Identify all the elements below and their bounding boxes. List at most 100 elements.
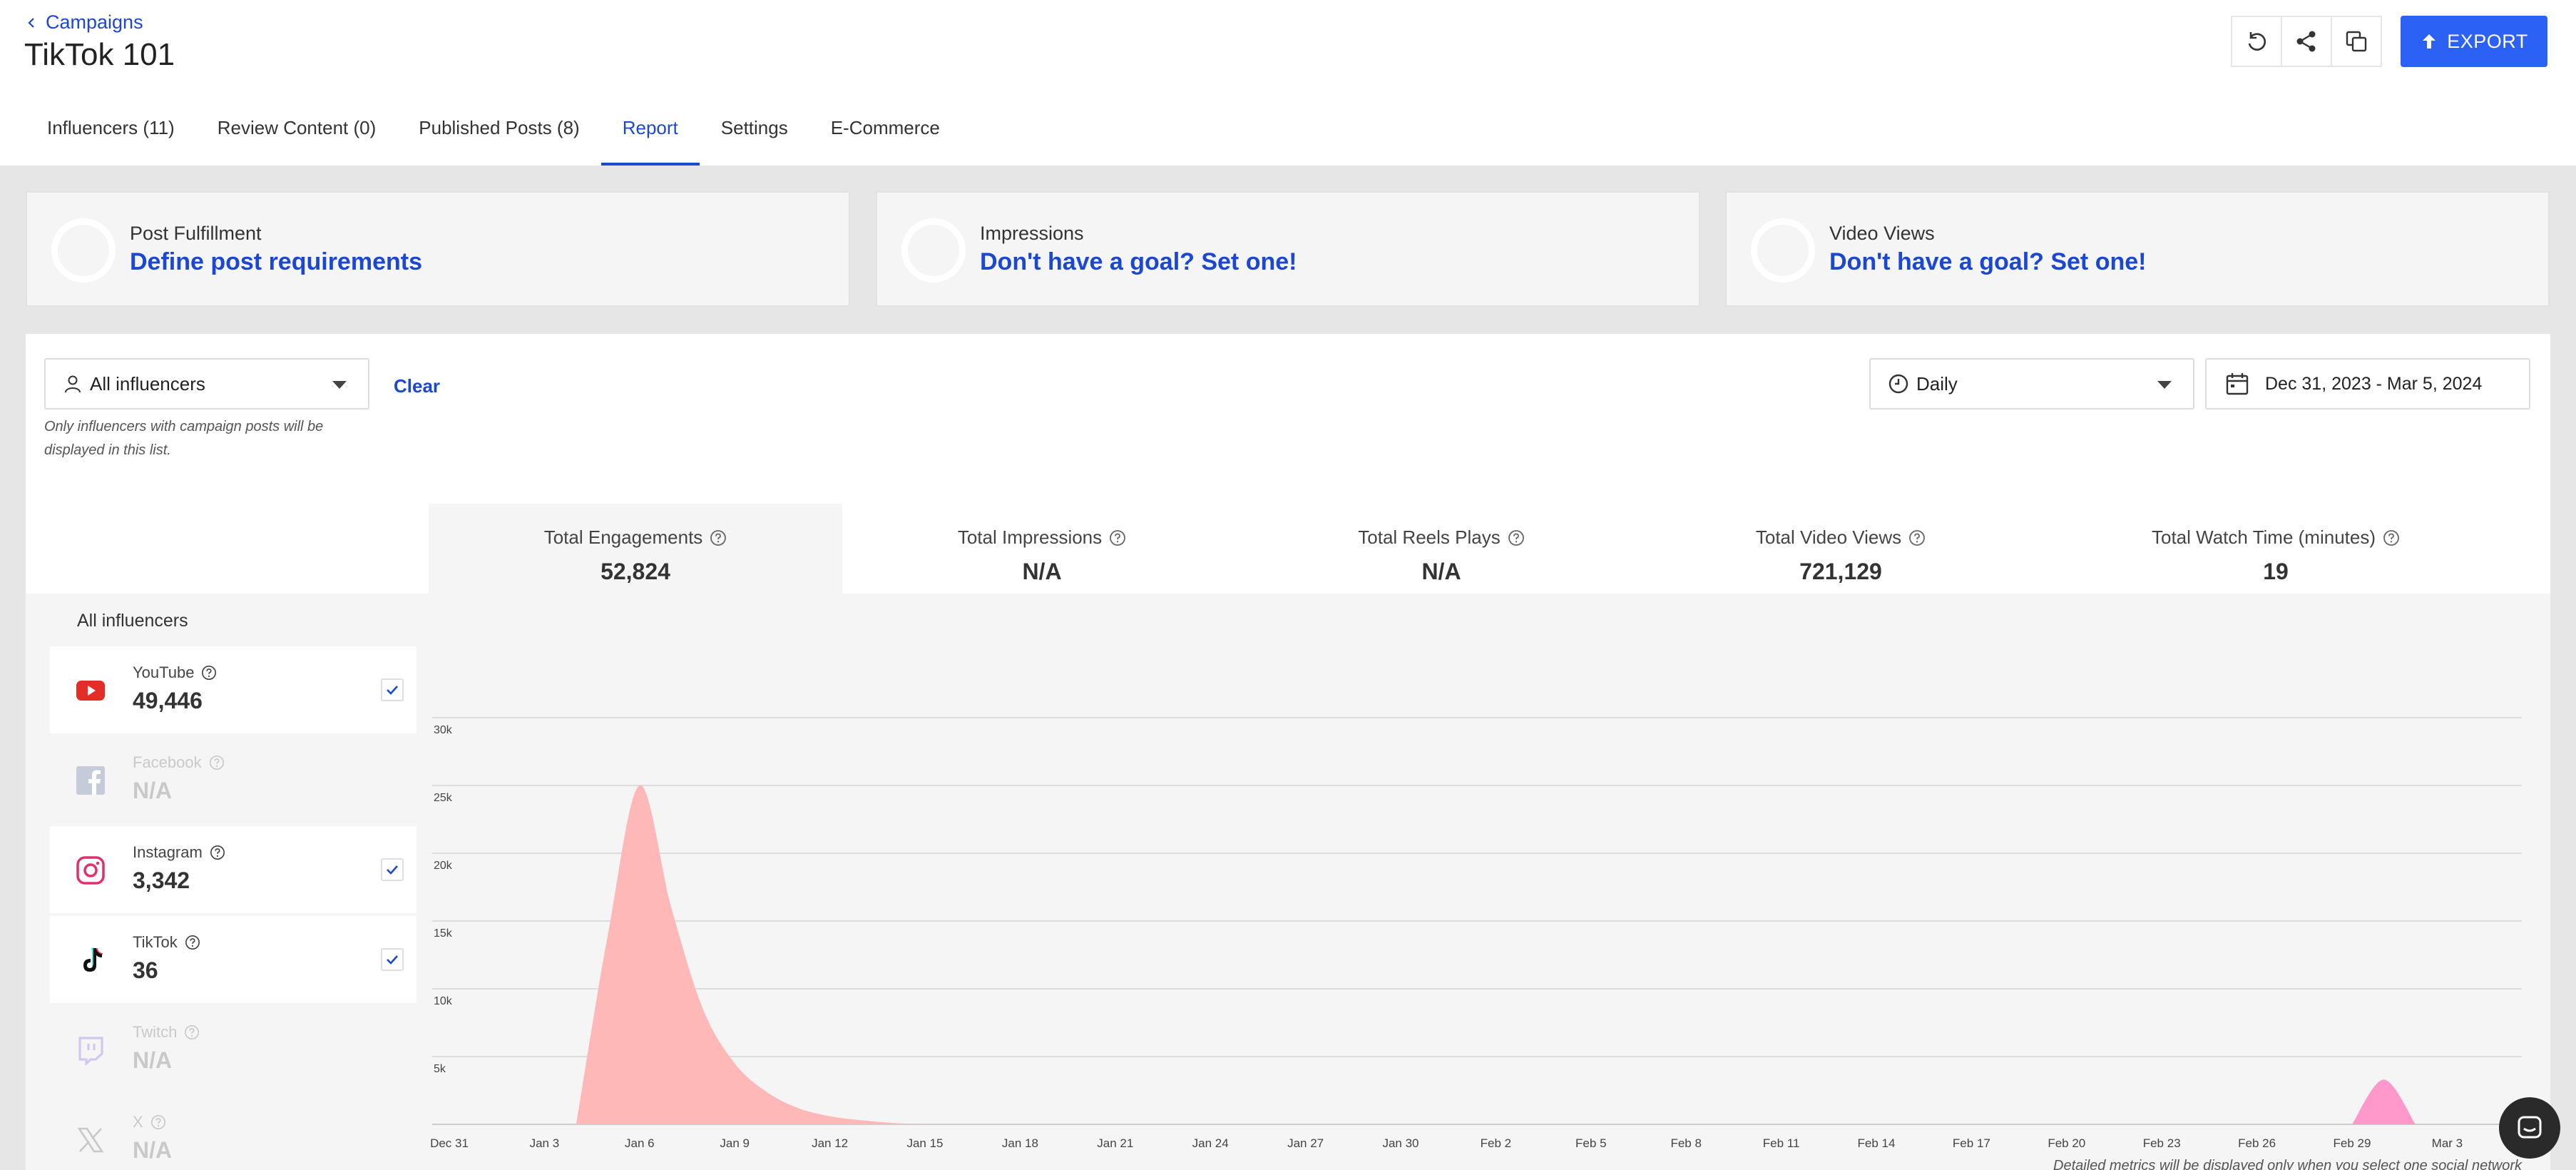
copy-button[interactable] [2331,16,2382,67]
x-tick-label: Feb 2 [1481,1136,1511,1150]
y-tick-label: 20k [434,860,453,872]
goal-progress-ring [1751,218,1815,283]
metric-label: Total Watch Time (minutes) [2152,526,2400,549]
metric-value: 52,824 [600,559,670,584]
x-tick-label: Feb 5 [1575,1136,1606,1150]
x-tick-label: Jan 27 [1287,1136,1324,1150]
x-tick-label: Dec 31 [430,1136,469,1150]
tab-published-posts-8[interactable]: Published Posts (8) [397,107,600,166]
metric-label-text: Total Engagements [543,526,703,548]
engagement-chart: 5k 10k 15k 20k 25k 30k Dec 31 Jan 3 Jan 6 Jan 9 Ja… [430,717,2522,1150]
y-tick-label: 15k [434,927,453,940]
influencer-select[interactable]: All influencers [44,358,369,410]
metric-value: 19 [2263,559,2289,584]
series-area-0 [576,785,925,1124]
x-tick-label: Feb 11 [1763,1136,1800,1150]
campaign-header: Campaigns TikTok 101 EXPORT Influencers … [0,0,2576,166]
x-tick-label: Feb 14 [1858,1136,1896,1150]
chart-note: Detailed metrics will be displayed only … [2053,1158,2522,1170]
export-button[interactable]: EXPORT [2401,16,2547,67]
y-tick-label: 30k [434,724,453,736]
x-tick-label: Feb 17 [1953,1136,1990,1150]
x-tick-label: Jan 3 [530,1136,560,1150]
goal-card-impressions: Impressions Don't have a goal? Set one! [876,191,1700,307]
x-tick-label: Jan 18 [1002,1136,1038,1150]
help-icon[interactable] [1109,529,1126,546]
metric-value: N/A [1421,559,1461,584]
x-tick-label: Feb 20 [2048,1136,2085,1150]
goal-card-post-fulfillment: Post Fulfillment Define post requirement… [26,191,850,307]
interval-select[interactable]: Daily [1869,358,2194,410]
help-icon[interactable] [2383,529,2400,546]
header-toolbar: EXPORT [2231,16,2547,67]
metric-label-text: Total Video Views [1755,526,1902,548]
series-area-1 [2352,1079,2416,1124]
define-post-requirements-link[interactable]: Define post requirements [130,248,422,276]
chart-area: All influencers YouTube 49,446 Facebook N/A… [26,594,2550,1170]
x-tick-label: Feb 26 [2238,1136,2276,1150]
goal-label: Impressions [980,223,1084,244]
x-tick-label: Jan 21 [1097,1136,1133,1150]
clear-filter-link[interactable]: Clear [394,375,440,397]
chevron-left-icon [28,17,34,28]
interval-select-value: Daily [1916,372,1958,395]
export-label: EXPORT [2447,30,2528,52]
x-tick-label: Feb 29 [2334,1136,2371,1150]
report-page: Campaigns TikTok 101 EXPORT Influencers … [0,0,2576,1170]
refresh-button[interactable] [2231,16,2282,67]
chevron-down-icon [332,381,347,389]
user-icon [65,375,81,393]
chat-support-button[interactable] [2499,1097,2560,1159]
metric-total-watch-time-minutes[interactable]: Total Watch Time (minutes) 19 [2062,504,2490,594]
influencer-hint: Only influencers with campaign posts wil… [44,419,324,458]
set-video-views-goal-link[interactable]: Don't have a goal? Set one! [1829,248,2146,276]
y-tick-label: 10k [434,995,453,1007]
chat-icon [2518,1116,2542,1139]
goal-label: Post Fulfillment [130,223,262,244]
report-panel: All influencers Clear Only influencers w… [26,334,2550,1170]
share-button[interactable] [2281,16,2332,67]
tab-influencers-11[interactable]: Influencers (11) [26,107,196,166]
x-tick-label: Feb 23 [2143,1136,2181,1150]
goal-label: Video Views [1829,223,1935,244]
metric-label-text: Total Reels Plays [1358,526,1501,548]
metric-label-text: Total Impressions [957,526,1103,548]
back-link-label: Campaigns [46,11,143,33]
metric-value: 721,129 [1799,559,1882,584]
metric-total-engagements[interactable]: Total Engagements 52,824 [429,504,842,594]
x-tick-label: Mar 3 [2432,1136,2463,1150]
tab-review-content-0[interactable]: Review Content (0) [196,107,398,166]
y-tick-label: 5k [434,1063,446,1075]
x-tick-label: Jan 9 [720,1136,750,1150]
metric-label-text: Total Watch Time (minutes) [2151,526,2376,548]
back-to-campaigns-link[interactable]: Campaigns [26,11,143,34]
y-tick-label: 25k [434,792,453,804]
metric-label: Total Video Views [1756,526,1926,549]
tab-report[interactable]: Report [600,107,700,166]
metric-total-impressions[interactable]: Total Impressions N/A [842,504,1242,594]
x-tick-label: Jan 30 [1382,1136,1419,1150]
tab-settings[interactable]: Settings [700,107,809,166]
clock-icon [1888,374,1908,394]
x-tick-label: Jan 12 [812,1136,848,1150]
goal-progress-ring [901,218,966,283]
metric-value: N/A [1022,559,1062,584]
date-range-value: Dec 31, 2023 - Mar 5, 2024 [2265,373,2483,394]
goal-card-video-views: Video Views Don't have a goal? Set one! [1725,191,2550,307]
help-icon[interactable] [1508,529,1525,546]
metric-label: Total Reels Plays [1358,526,1524,549]
influencer-select-value: All influencers [90,372,205,395]
arrow-up-icon [2423,34,2436,49]
refresh-icon [2248,32,2266,51]
metric-total-reels-plays[interactable]: Total Reels Plays N/A [1242,504,1641,594]
tab-e-commerce[interactable]: E-Commerce [809,107,961,166]
metric-total-video-views[interactable]: Total Video Views 721,129 [1641,504,2040,594]
x-tick-label: Jan 24 [1192,1136,1229,1150]
help-icon[interactable] [1908,529,1926,546]
x-tick-label: Jan 6 [625,1136,655,1150]
set-impressions-goal-link[interactable]: Don't have a goal? Set one! [980,248,1297,276]
help-icon[interactable] [710,529,727,546]
copy-icon [2346,31,2367,52]
date-range-picker[interactable]: Dec 31, 2023 - Mar 5, 2024 [2205,358,2530,410]
x-tick-label: Jan 15 [906,1136,943,1150]
